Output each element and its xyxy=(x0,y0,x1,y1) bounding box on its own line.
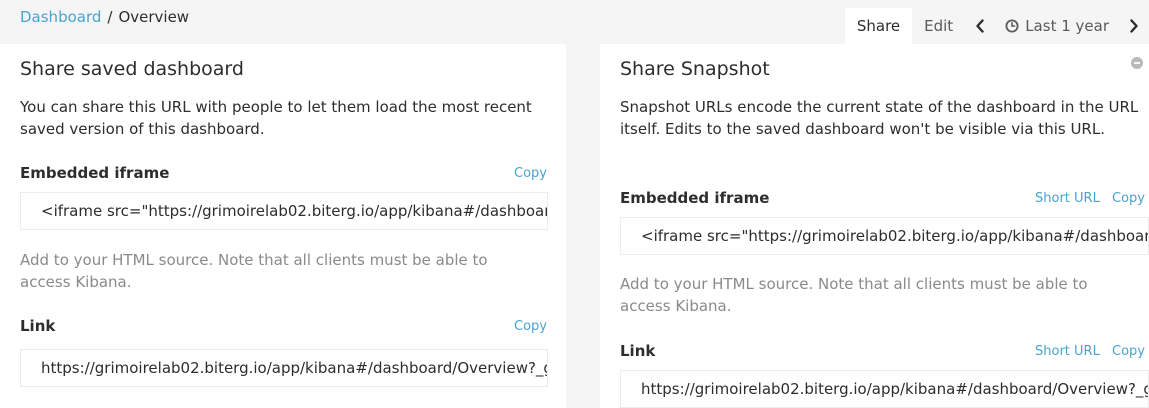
snapshot-link-copy-button[interactable]: Copy xyxy=(1112,344,1145,359)
time-range-picker[interactable]: Last 1 year xyxy=(995,8,1119,44)
time-prev-button[interactable] xyxy=(965,8,995,44)
breadcrumb: Dashboard / Overview xyxy=(20,8,189,26)
snapshot-embed-short-url-button[interactable]: Short URL xyxy=(1035,191,1100,206)
share-snapshot-panel: Share Snapshot Snapshot URLs encode the … xyxy=(600,44,1149,408)
share-tab-label: Share xyxy=(856,17,901,35)
snapshot-link-field[interactable]: https://grimoirelab02.biterg.io/app/kiba… xyxy=(620,370,1149,408)
snapshot-link-short-url-button[interactable]: Short URL xyxy=(1035,344,1100,359)
chevron-right-icon xyxy=(1130,19,1138,33)
top-bar: Dashboard / Overview Share Edit Last 1 yea… xyxy=(0,0,1149,44)
snapshot-embed-label: Embedded iframe xyxy=(620,189,770,207)
breadcrumb-dashboard-link[interactable]: Dashboard xyxy=(20,8,101,26)
time-next-button[interactable] xyxy=(1119,8,1149,44)
saved-link-label: Link xyxy=(20,317,56,335)
share-saved-description: You can share this URL with people to le… xyxy=(20,98,532,138)
saved-embed-copy-button[interactable]: Copy xyxy=(514,166,547,181)
saved-embed-code-field[interactable]: <iframe src="https://grimoirelab02.biter… xyxy=(20,192,548,230)
close-circle-icon[interactable] xyxy=(1131,57,1143,69)
time-range-label: Last 1 year xyxy=(1025,17,1109,35)
snapshot-embed-help-text: Add to your HTML source. Note that all c… xyxy=(620,275,1088,315)
saved-link-copy-button[interactable]: Copy xyxy=(514,319,547,334)
share-snapshot-title: Share Snapshot xyxy=(620,58,770,80)
breadcrumb-current: Overview xyxy=(118,8,190,26)
saved-link-field[interactable]: https://grimoirelab02.biterg.io/app/kiba… xyxy=(20,349,548,387)
edit-tab[interactable]: Edit xyxy=(912,8,965,44)
clock-icon xyxy=(1005,19,1019,33)
snapshot-embed-code-field[interactable]: <iframe src="https://grimoirelab02.biter… xyxy=(620,217,1149,255)
snapshot-link-label: Link xyxy=(620,342,656,360)
snapshot-embed-copy-button[interactable]: Copy xyxy=(1112,191,1145,206)
share-snapshot-description: Snapshot URLs encode the current state o… xyxy=(620,98,1139,138)
share-tab[interactable]: Share xyxy=(844,8,913,44)
saved-embed-label: Embedded iframe xyxy=(20,164,170,182)
share-saved-panel: Share saved dashboard You can share this… xyxy=(0,44,566,408)
chevron-left-icon xyxy=(976,19,984,33)
edit-tab-label: Edit xyxy=(924,17,954,35)
top-nav: Share Edit Last 1 year xyxy=(844,8,1149,44)
breadcrumb-separator: / xyxy=(107,8,113,26)
saved-embed-help-text: Add to your HTML source. Note that all c… xyxy=(20,251,488,291)
share-saved-title: Share saved dashboard xyxy=(20,58,244,80)
